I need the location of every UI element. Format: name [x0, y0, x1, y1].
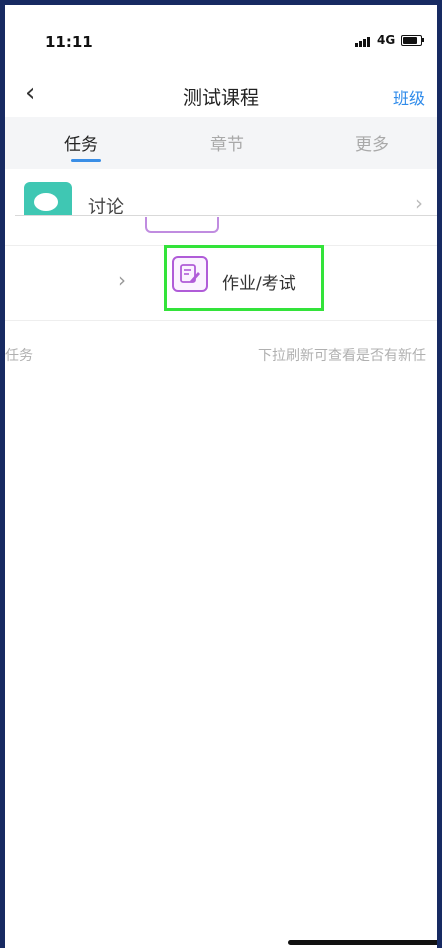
tab-bar: 任务 章节 更多: [5, 117, 437, 169]
home-indicator[interactable]: [288, 940, 437, 945]
homework-label: 作业/考试: [222, 274, 296, 294]
status-time: 11:11: [45, 33, 93, 51]
page-title: 测试课程: [182, 87, 259, 109]
battery-cap: [422, 38, 424, 42]
tab-tasks[interactable]: 任务: [64, 130, 98, 155]
chevron-right-icon: ›: [415, 191, 423, 215]
discussion-label: 讨论: [88, 197, 124, 215]
discussion-icon-bubble: [34, 193, 58, 211]
nav-bar: ‹ 测试课程 班级: [5, 75, 437, 119]
active-tab-indicator: [71, 159, 101, 162]
signal-icon: [355, 37, 370, 47]
chevron-right-icon: ›: [118, 268, 126, 292]
phone-frame: 11:11 4G ‹ 测试课程 班级 任务 章节 更多 讨论 › › 作业/考试…: [0, 0, 442, 948]
class-link[interactable]: 班级: [393, 85, 425, 109]
network-type: 4G: [377, 33, 396, 47]
tab-chapters[interactable]: 章节: [210, 130, 244, 155]
status-bar: 11:11 4G: [5, 5, 437, 75]
tab-more[interactable]: 更多: [355, 130, 389, 155]
task-info-label: 任务: [5, 348, 33, 364]
homework-icon: [172, 256, 208, 292]
list-item-discussion[interactable]: 讨论 ›: [5, 169, 437, 215]
battery-icon: [401, 35, 422, 46]
refresh-hint: 下拉刷新可查看是否有新任: [258, 348, 426, 364]
ghost-item-edge: [145, 217, 219, 233]
divider: [15, 215, 437, 216]
